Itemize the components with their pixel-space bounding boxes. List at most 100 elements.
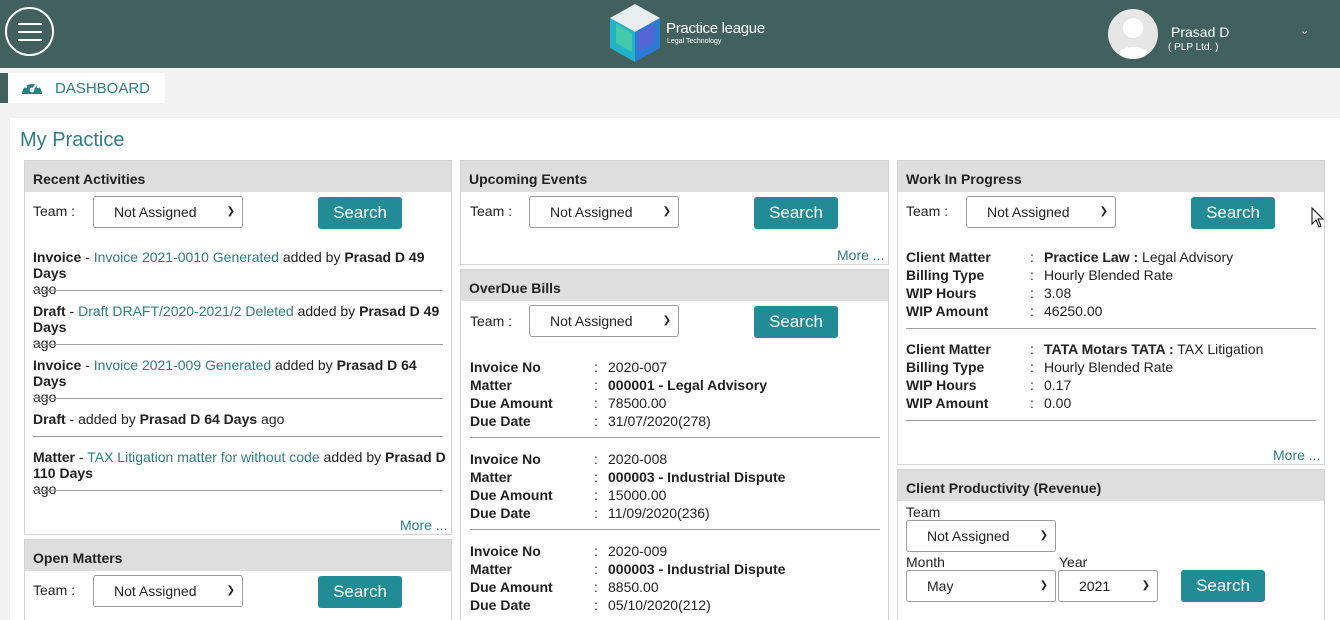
field-label: Due Date bbox=[470, 505, 531, 521]
chevron-down-icon[interactable]: ⌄ bbox=[1300, 24, 1309, 37]
more-link[interactable]: More ... bbox=[1273, 447, 1320, 463]
added-by-text: added by bbox=[319, 449, 386, 465]
activity-type: Invoice bbox=[33, 357, 82, 373]
team-select[interactable]: Not Assigned ❯ bbox=[529, 196, 679, 228]
dashboard-label: DASHBOARD bbox=[55, 80, 151, 97]
upcoming-events-panel: Upcoming Events Team : Not Assigned ❯ Se… bbox=[460, 160, 889, 265]
billing-type: Hourly Blended Rate bbox=[1044, 359, 1174, 375]
team-label: Team : bbox=[906, 203, 949, 219]
colon: : bbox=[1030, 303, 1034, 319]
due-date: 31/07/2020(278) bbox=[608, 413, 711, 429]
billing-type: Hourly Blended Rate bbox=[1044, 267, 1174, 283]
search-button[interactable]: Search bbox=[318, 197, 402, 229]
due-date: 05/10/2020(212) bbox=[608, 597, 711, 613]
field-label: Invoice No bbox=[470, 359, 541, 375]
divider bbox=[33, 436, 443, 437]
chevron-down-icon: ❯ bbox=[1039, 580, 1048, 591]
activity-link[interactable]: Draft DRAFT/2020-2021/2 Deleted bbox=[78, 303, 294, 319]
activity-link[interactable]: TAX Litigation matter for without code bbox=[87, 449, 319, 465]
divider bbox=[33, 490, 443, 491]
activity-link[interactable]: Invoice 2021-0010 Generated bbox=[94, 249, 279, 265]
matter-value: 000003 - Industrial Dispute bbox=[608, 469, 786, 485]
wip-hours: 0.17 bbox=[1044, 377, 1072, 393]
colon: : bbox=[594, 487, 598, 503]
tab-dashboard[interactable]: DASHBOARD bbox=[0, 73, 165, 103]
matter-value: 000003 - Industrial Dispute bbox=[608, 561, 786, 577]
search-button[interactable]: Search bbox=[318, 576, 402, 608]
practice-league-logo[interactable]: Practice league Legal Technology bbox=[606, 2, 776, 64]
invoice-no: 2020-007 bbox=[608, 359, 668, 375]
colon: : bbox=[1030, 377, 1034, 393]
due-amount: 78500.00 bbox=[608, 395, 667, 411]
chevron-down-icon: ❯ bbox=[1141, 580, 1150, 591]
team-select-value: Not Assigned bbox=[550, 204, 633, 220]
overdue-bills-panel: OverDue Bills Team : Not Assigned ❯ Sear… bbox=[460, 269, 889, 620]
team-select-value: Not Assigned bbox=[114, 204, 197, 220]
team-select[interactable]: Not Assigned ❯ bbox=[93, 575, 243, 607]
ago-text: ago bbox=[33, 281, 57, 297]
year-select-value: 2021 bbox=[1079, 578, 1111, 594]
field-label: Billing Type bbox=[906, 359, 985, 375]
team-select[interactable]: Not Assigned ❯ bbox=[529, 305, 679, 337]
added-by-text: added by bbox=[293, 303, 360, 319]
more-link[interactable]: More ... bbox=[400, 517, 447, 533]
field-label: WIP Amount bbox=[906, 395, 989, 411]
divider bbox=[906, 328, 1316, 329]
more-link[interactable]: More ... bbox=[837, 247, 884, 263]
team-select[interactable]: Not Assigned ❯ bbox=[906, 520, 1056, 552]
client-name: Practice Law : bbox=[1044, 249, 1139, 265]
search-button[interactable]: Search bbox=[1181, 570, 1265, 602]
added-by-text: added by bbox=[278, 249, 345, 265]
matter-name: TAX Litigation bbox=[1173, 341, 1264, 357]
chevron-down-icon: ❯ bbox=[226, 206, 235, 217]
search-button[interactable]: Search bbox=[1191, 197, 1275, 229]
colon: : bbox=[1030, 249, 1034, 265]
team-select[interactable]: Not Assigned ❯ bbox=[966, 196, 1116, 228]
activity-link[interactable]: Invoice 2021-009 Generated bbox=[94, 357, 271, 373]
matter-value: 000001 - Legal Advisory bbox=[608, 377, 768, 393]
divider bbox=[33, 344, 443, 345]
menu-icon[interactable] bbox=[5, 7, 54, 56]
month-select[interactable]: May ❯ bbox=[906, 570, 1056, 602]
year-select[interactable]: 2021 ❯ bbox=[1058, 570, 1158, 602]
team-label: Team : bbox=[470, 203, 513, 219]
field-label: Matter bbox=[470, 469, 513, 485]
due-date: 11/09/2020(236) bbox=[608, 505, 710, 521]
colon: : bbox=[1030, 395, 1034, 411]
logo-subtitle: Legal Technology bbox=[667, 38, 722, 45]
wip-amount: 46250.00 bbox=[1044, 303, 1103, 319]
colon: : bbox=[1030, 341, 1034, 357]
field-label: Due Date bbox=[470, 413, 531, 429]
chevron-down-icon: ❯ bbox=[1099, 206, 1108, 217]
panel-title: Work In Progress bbox=[898, 161, 1324, 192]
page-title: My Practice bbox=[20, 129, 125, 151]
search-button[interactable]: Search bbox=[754, 306, 838, 338]
client-name: TATA Motars TATA : bbox=[1044, 341, 1174, 357]
wip-amount: 0.00 bbox=[1044, 395, 1072, 411]
colon: : bbox=[594, 377, 598, 393]
month-select-value: May bbox=[927, 578, 954, 594]
client-productivity-panel: Client Productivity (Revenue) Team Not A… bbox=[897, 469, 1325, 620]
search-button[interactable]: Search bbox=[754, 197, 838, 229]
separator: - bbox=[81, 357, 94, 373]
added-by-text: added by bbox=[78, 411, 140, 427]
chevron-down-icon: ❯ bbox=[1039, 530, 1048, 541]
team-label: Team : bbox=[33, 203, 76, 219]
colon: : bbox=[594, 579, 598, 595]
field-label: Invoice No bbox=[470, 543, 541, 559]
ago-text: ago bbox=[33, 335, 57, 351]
field-label: Due Amount bbox=[470, 579, 553, 595]
recent-activities-panel: Recent Activities Team : Not Assigned ❯ … bbox=[24, 160, 452, 535]
separator: - bbox=[65, 303, 79, 319]
activity-type: Draft bbox=[33, 411, 66, 427]
team-select[interactable]: Not Assigned ❯ bbox=[93, 196, 243, 228]
divider bbox=[470, 529, 880, 530]
user-name[interactable]: Prasad D bbox=[1171, 24, 1229, 40]
colon: : bbox=[1030, 267, 1034, 283]
invoice-no: 2020-009 bbox=[608, 543, 668, 559]
separator: - bbox=[65, 411, 79, 427]
list-item: Draft - added by Prasad D 64 Days ago bbox=[33, 411, 448, 427]
divider bbox=[470, 437, 880, 438]
avatar[interactable] bbox=[1108, 9, 1158, 59]
colon: : bbox=[594, 543, 598, 559]
